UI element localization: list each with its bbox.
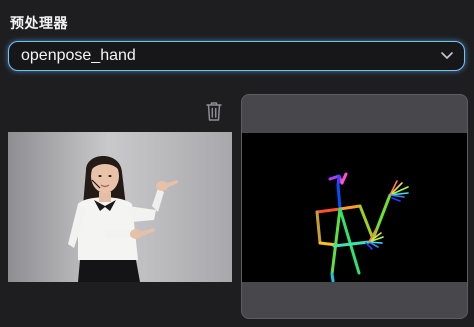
preprocessor-select[interactable]: openpose_hand	[8, 41, 465, 71]
output-preview-card[interactable]	[241, 94, 468, 319]
pose-skeleton	[315, 172, 409, 283]
input-image[interactable]	[8, 132, 232, 282]
preprocessor-select-value: openpose_hand	[21, 47, 136, 64]
chevron-down-icon	[441, 52, 453, 59]
pose-preview-canvas	[242, 133, 467, 283]
preprocessor-title: 预处理器	[10, 16, 68, 32]
trash-icon[interactable]	[204, 101, 224, 123]
